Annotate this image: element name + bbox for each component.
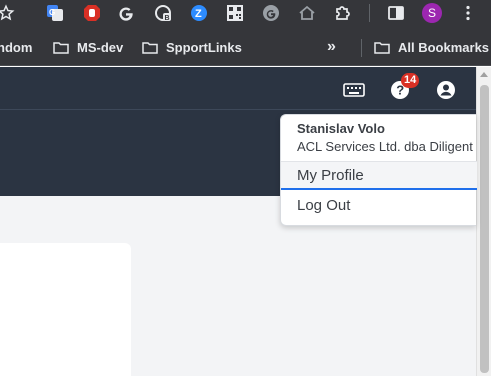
bookmarks-bar: ndom MS-dev SpportLinks » All Bookmarks <box>0 28 491 66</box>
more-vert-icon[interactable] <box>457 2 479 24</box>
svg-text:G: G <box>49 8 55 17</box>
profile-avatar-icon[interactable]: S <box>421 2 443 24</box>
browser-toolbar: G B Z S <box>0 0 491 28</box>
bookmark-label: SpportLinks <box>166 39 242 55</box>
google-g-icon[interactable] <box>115 2 137 24</box>
bookmark-label: ndom <box>0 39 33 55</box>
scrollbar-thumb[interactable] <box>480 85 489 373</box>
my-profile-menu-item[interactable]: My Profile <box>281 162 477 190</box>
qr-code-icon[interactable] <box>224 2 246 24</box>
all-bookmarks-button[interactable]: All Bookmarks <box>374 28 489 66</box>
screen: G B Z S ndom MS-dev SpportLinks » All Bo… <box>0 0 491 376</box>
account-icon[interactable] <box>434 78 458 102</box>
content-card <box>0 243 131 376</box>
side-panel-icon[interactable] <box>385 2 407 24</box>
avatar: S <box>422 3 442 23</box>
scroll-up-arrow-icon[interactable] <box>480 72 488 77</box>
google-translate-icon[interactable]: G <box>44 2 66 24</box>
bookmarks-overflow-button[interactable]: » <box>327 28 336 66</box>
camera-b-icon[interactable]: B <box>152 2 174 24</box>
user-organization: ACL Services Ltd. dba Diligent <box>297 139 473 154</box>
bookmark-item[interactable]: ndom <box>0 28 32 66</box>
bookmark-folder-spportlinks[interactable]: SpportLinks <box>142 28 242 66</box>
folder-icon <box>142 41 158 54</box>
g-circle-icon[interactable] <box>260 2 282 24</box>
toolbar-divider <box>369 4 370 22</box>
folder-icon <box>374 41 390 54</box>
extensions-puzzle-icon[interactable] <box>332 2 354 24</box>
folder-icon <box>53 41 69 54</box>
bookmark-label: MS-dev <box>77 39 124 55</box>
user-name: Stanislav Volo <box>297 121 385 136</box>
bookmarks-divider <box>361 39 362 57</box>
home-icon[interactable] <box>296 2 318 24</box>
star-icon[interactable] <box>0 2 17 24</box>
help-notification-badge: 14 <box>401 73 420 88</box>
bookmark-folder-ms-dev[interactable]: MS-dev <box>53 28 123 66</box>
user-menu: Stanislav Volo ACL Services Ltd. dba Dil… <box>280 114 477 226</box>
svg-text:Z: Z <box>195 8 202 20</box>
all-bookmarks-label: All Bookmarks <box>398 39 490 55</box>
svg-text:B: B <box>165 15 170 22</box>
keyboard-icon[interactable] <box>342 78 366 102</box>
zoom-z-icon[interactable]: Z <box>188 2 210 24</box>
log-out-menu-item[interactable]: Log Out <box>281 191 477 219</box>
stop-hand-icon[interactable] <box>81 2 103 24</box>
page-scrollbar[interactable] <box>476 67 491 376</box>
